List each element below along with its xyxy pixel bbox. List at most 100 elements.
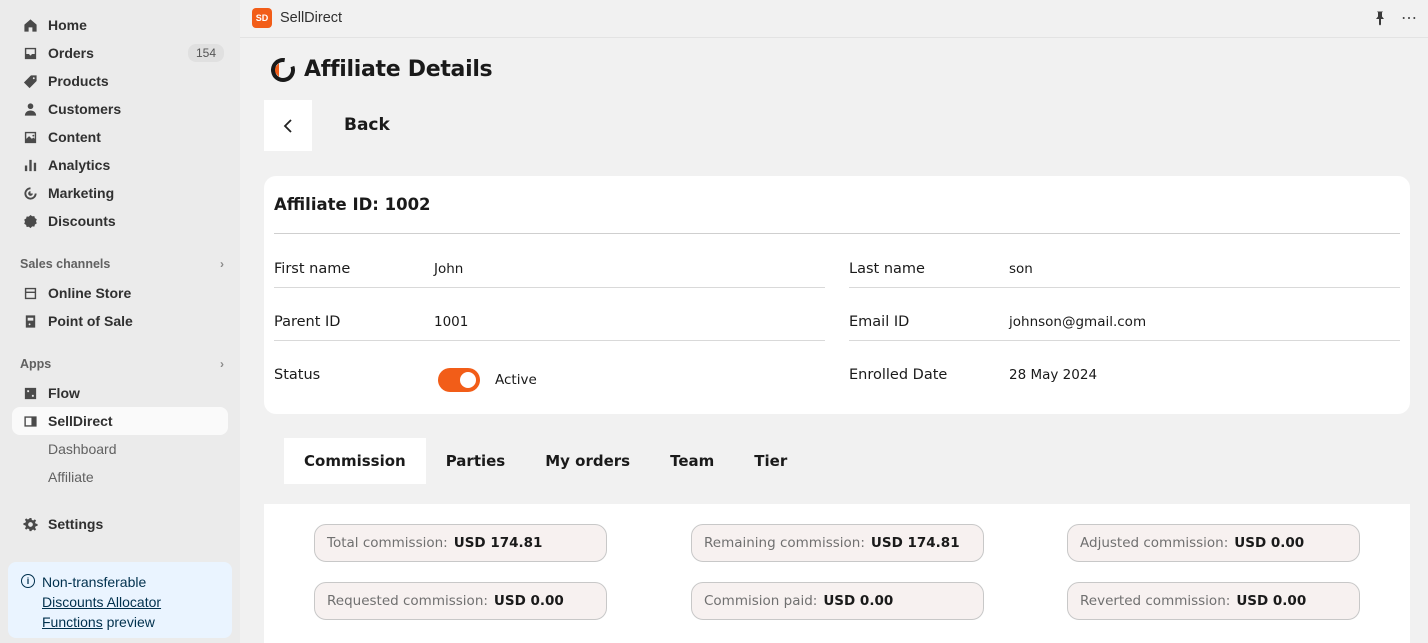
sidebar-item-point-of-sale[interactable]: Point of Sale — [12, 307, 228, 335]
status-value: Active — [495, 372, 537, 388]
first-name-label: First name — [274, 261, 351, 277]
back-label[interactable]: Back — [344, 115, 390, 135]
pill-value: USD 174.81 — [870, 535, 960, 551]
pill-label: Total commission: — [327, 535, 448, 551]
divider — [274, 340, 825, 341]
divider — [274, 287, 825, 288]
enrolled-date-value: 28 May 2024 — [1009, 367, 1098, 383]
commission-summary: Total commission: USD 174.81 Remaining c… — [264, 504, 1410, 643]
notice-suffix: preview — [102, 614, 155, 630]
sidebar-item-label: Flow — [48, 385, 80, 401]
sidebar-item-label: Home — [48, 17, 87, 33]
divider — [849, 287, 1400, 288]
tab-parties[interactable]: Parties — [426, 438, 526, 484]
apps-label: Apps — [20, 357, 52, 371]
chevron-left-icon — [283, 118, 292, 133]
sidebar-item-customers[interactable]: Customers — [12, 95, 228, 123]
sidebar-item-marketing[interactable]: Marketing — [12, 179, 228, 207]
app-title: SellDirect — [280, 10, 343, 26]
notice-line1: Non-transferable — [42, 574, 147, 590]
sidebar-item-label: Customers — [48, 101, 122, 117]
sidebar-item-flow[interactable]: Flow — [12, 379, 228, 407]
sidebar-item-label: Orders — [48, 45, 94, 61]
tab-team[interactable]: Team — [650, 438, 734, 484]
requested-commission-pill: Requested commission: USD 0.00 — [314, 582, 607, 620]
app-icon — [22, 413, 38, 429]
sidebar-subitem-affiliate[interactable]: Affiliate — [48, 469, 94, 485]
notice-link-functions[interactable]: Functions — [42, 614, 103, 630]
more-options-icon[interactable]: ⋯ — [1401, 8, 1418, 28]
pill-value: USD 174.81 — [453, 535, 543, 551]
sidebar-item-online-store[interactable]: Online Store — [12, 279, 228, 307]
pill-label: Reverted commission: — [1080, 593, 1231, 609]
sidebar: Home Orders 154 Products Customers Conte… — [0, 0, 240, 643]
sidebar-item-settings[interactable]: Settings — [12, 510, 228, 538]
last-name-value: son — [1009, 261, 1033, 277]
pill-value: USD 0.00 — [1234, 535, 1305, 551]
person-icon — [22, 101, 38, 117]
sidebar-item-home[interactable]: Home — [12, 11, 228, 39]
email-value: johnson@gmail.com — [1009, 314, 1147, 330]
toggle-knob — [460, 372, 476, 388]
apps-header[interactable]: Apps › — [20, 357, 224, 371]
sidebar-item-label: Point of Sale — [48, 313, 133, 329]
sidebar-item-selldirect[interactable]: SellDirect — [12, 407, 228, 435]
sidebar-item-label: Settings — [48, 516, 104, 532]
pill-value: USD 0.00 — [493, 593, 564, 609]
affiliate-info-card: Affiliate ID: 1002 First name John Last … — [264, 176, 1410, 414]
detail-tabs: Commission Parties My orders Team Tier — [284, 438, 807, 484]
divider — [274, 233, 1400, 234]
last-name-label: Last name — [849, 261, 925, 277]
home-icon — [22, 17, 38, 33]
orders-count-badge: 154 — [187, 44, 224, 62]
remaining-commission-pill: Remaining commission: USD 174.81 — [691, 524, 984, 562]
target-icon — [22, 185, 38, 201]
adjusted-commission-pill: Adjusted commission: USD 0.00 — [1067, 524, 1360, 562]
preview-notice: i Non-transferable Discounts Allocator F… — [8, 562, 232, 638]
pill-value: USD 0.00 — [1236, 593, 1307, 609]
main-content: Affiliate Details Back Affiliate ID: 100… — [240, 39, 1428, 643]
sales-channels-header[interactable]: Sales channels › — [20, 257, 224, 271]
flow-icon — [22, 385, 38, 401]
parent-id-value: 1001 — [434, 314, 469, 330]
chevron-right-icon: › — [220, 257, 224, 271]
tag-icon — [22, 73, 38, 89]
pin-icon[interactable] — [1372, 10, 1388, 26]
inbox-icon — [22, 45, 38, 61]
app-topbar: SD SellDirect ⋯ — [240, 0, 1428, 38]
pill-value: USD 0.00 — [823, 593, 894, 609]
back-button[interactable] — [264, 100, 312, 151]
pill-label: Remaining commission: — [704, 535, 865, 551]
page-title: Affiliate Details — [304, 57, 493, 82]
status-toggle[interactable] — [438, 368, 480, 392]
sidebar-item-label: Marketing — [48, 185, 115, 201]
parent-id-label: Parent ID — [274, 314, 341, 330]
email-label: Email ID — [849, 314, 910, 330]
sidebar-item-content[interactable]: Content — [12, 123, 228, 151]
tab-commission[interactable]: Commission — [284, 438, 426, 484]
gear-icon — [22, 516, 38, 532]
selldirect-logo: SD — [252, 8, 272, 28]
chevron-right-icon: › — [220, 357, 224, 371]
sidebar-item-discounts[interactable]: Discounts — [12, 207, 228, 235]
status-label: Status — [274, 367, 321, 383]
tab-tier[interactable]: Tier — [734, 438, 807, 484]
sidebar-item-analytics[interactable]: Analytics — [12, 151, 228, 179]
total-commission-pill: Total commission: USD 174.81 — [314, 524, 607, 562]
reverted-commission-pill: Reverted commission: USD 0.00 — [1067, 582, 1360, 620]
notice-link-discounts[interactable]: Discounts Allocator — [42, 594, 161, 610]
pill-label: Adjusted commission: — [1080, 535, 1229, 551]
pill-label: Requested commission: — [327, 593, 488, 609]
pos-icon — [22, 313, 38, 329]
info-icon: i — [21, 574, 35, 588]
sidebar-item-label: Discounts — [48, 213, 116, 229]
sidebar-item-orders[interactable]: Orders 154 — [12, 39, 228, 67]
bar-chart-icon — [22, 157, 38, 173]
first-name-value: John — [434, 261, 464, 277]
pill-label: Commision paid: — [704, 593, 818, 609]
sidebar-item-label: Content — [48, 129, 101, 145]
store-icon — [22, 285, 38, 301]
tab-my-orders[interactable]: My orders — [525, 438, 650, 484]
sidebar-subitem-dashboard[interactable]: Dashboard — [48, 441, 117, 457]
sidebar-item-products[interactable]: Products — [12, 67, 228, 95]
